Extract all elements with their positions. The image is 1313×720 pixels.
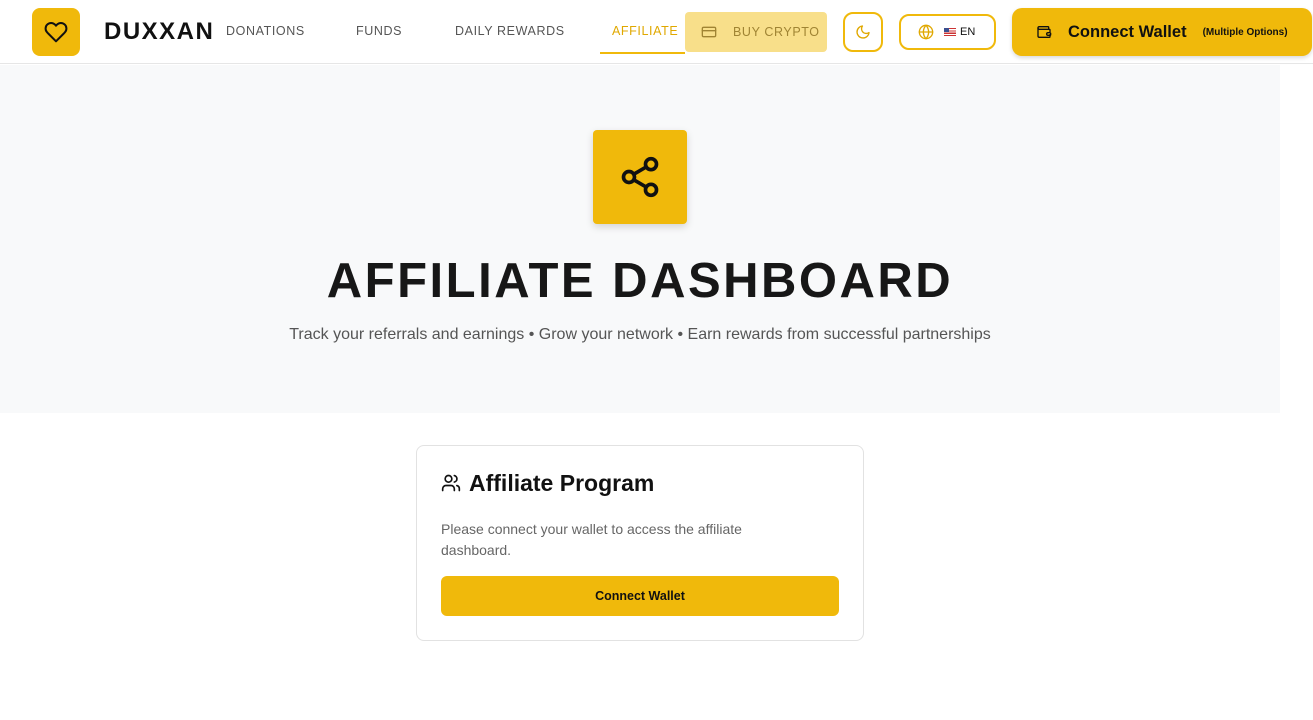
globe-icon (918, 24, 934, 40)
moon-icon (855, 24, 871, 40)
buy-crypto-label: BUY CRYPTO (733, 25, 820, 39)
hero-icon-badge (593, 130, 687, 224)
users-icon (441, 473, 461, 493)
card-header: Affiliate Program (441, 468, 654, 498)
card-description: Please connect your wallet to access the… (441, 521, 742, 558)
page-title: AFFILIATE DASHBOARD (326, 254, 954, 308)
credit-card-icon (701, 24, 717, 40)
connect-wallet-button[interactable]: Connect Wallet (441, 576, 839, 616)
language-selector[interactable]: EN (899, 14, 996, 50)
nav-donations[interactable]: DONATIONS (226, 0, 305, 64)
nav-affiliate[interactable]: AFFILIATE (612, 0, 678, 64)
connect-wallet-sublabel: (Multiple Options) (1202, 26, 1288, 38)
share-icon (618, 155, 662, 199)
language-code: EN (960, 26, 976, 38)
heart-icon (44, 20, 68, 44)
active-tab-indicator (600, 52, 685, 54)
wallet-icon (1036, 24, 1052, 40)
theme-toggle-button[interactable] (843, 12, 883, 52)
nav-daily-rewards[interactable]: DAILY REWARDS (455, 0, 565, 64)
card-title: Affiliate Program (469, 470, 655, 496)
logo-button[interactable] (32, 8, 80, 56)
us-flag-icon (944, 28, 956, 36)
buy-crypto-button[interactable]: BUY CRYPTO (685, 12, 827, 52)
top-navbar: DUXXAN DONATIONS FUNDS DAILY REWARDS AFF… (0, 0, 1313, 64)
affiliate-program-card: Affiliate Program Please connect your wa… (416, 445, 864, 641)
page-subtitle: Track your referrals and earnings • Grow… (289, 326, 991, 343)
nav-funds[interactable]: FUNDS (356, 0, 402, 64)
connect-wallet-label: Connect Wallet (1068, 22, 1187, 41)
brand-name[interactable]: DUXXAN (104, 16, 214, 48)
hero-section (0, 65, 1280, 413)
connect-wallet-header-button[interactable]: Connect Wallet (Multiple Options) (1012, 8, 1312, 56)
